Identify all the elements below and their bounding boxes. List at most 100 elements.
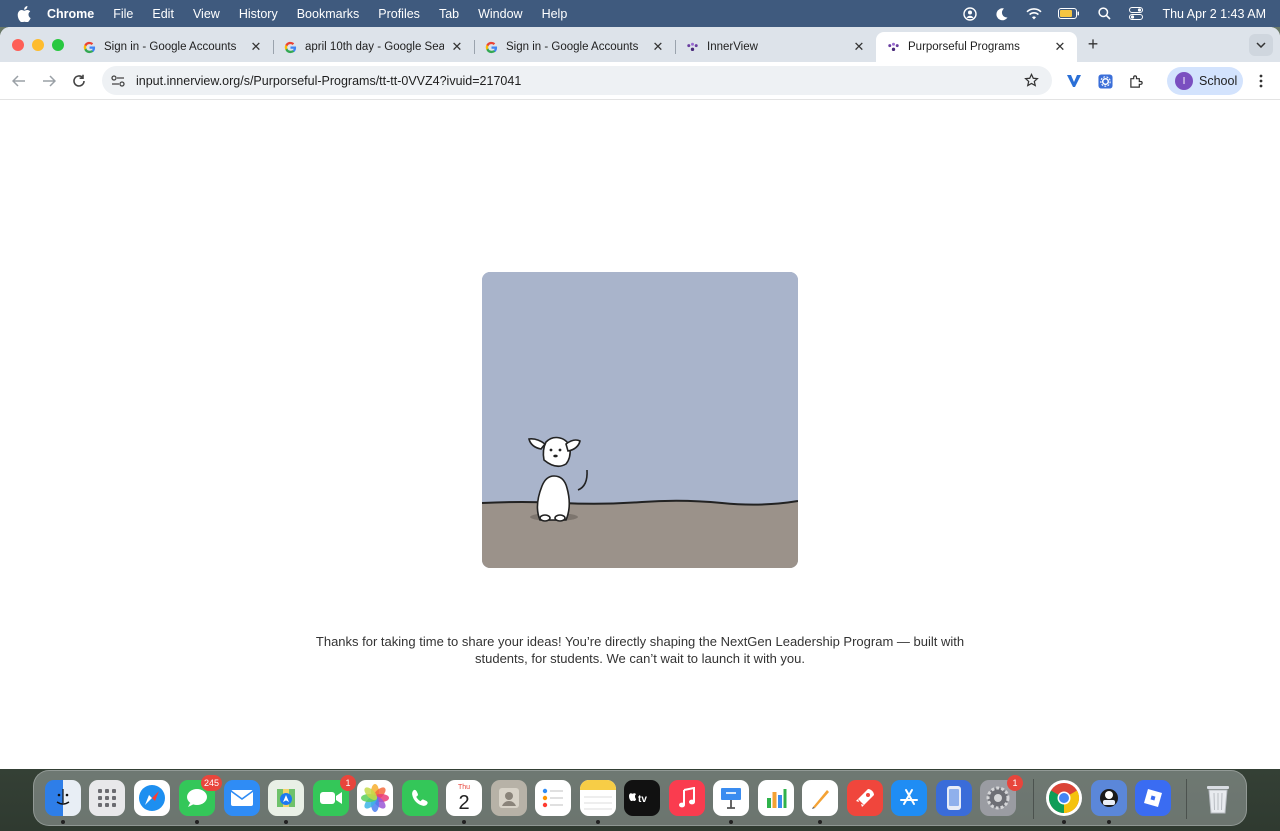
running-indicator bbox=[195, 820, 199, 824]
dock-divider bbox=[1186, 779, 1187, 819]
menubar-clock[interactable]: Thu Apr 2 1:43 AM bbox=[1162, 7, 1266, 21]
innerview-icon bbox=[685, 40, 699, 54]
chrome-icon[interactable] bbox=[1046, 780, 1082, 816]
menu-help[interactable]: Help bbox=[542, 7, 568, 21]
tab-sign-in-google-2[interactable]: Sign in - Google Accounts ✕ bbox=[474, 32, 675, 62]
spotlight-search-icon[interactable] bbox=[1096, 6, 1112, 22]
tab-title: Purporseful Programs bbox=[908, 41, 1020, 53]
calendar-date: 2 bbox=[458, 792, 470, 814]
innerview-icon bbox=[886, 40, 900, 54]
tab-title: Sign in - Google Accounts bbox=[506, 41, 639, 53]
extension-gear-icon[interactable] bbox=[1097, 73, 1113, 89]
photos-icon[interactable] bbox=[357, 780, 393, 816]
menu-edit[interactable]: Edit bbox=[152, 7, 174, 21]
keynote-icon[interactable] bbox=[713, 780, 749, 816]
contacts-icon[interactable] bbox=[491, 780, 527, 816]
roblox-icon[interactable] bbox=[1135, 780, 1171, 816]
browser-window: Sign in - Google Accounts ✕ april 10th d… bbox=[0, 27, 1280, 769]
tab-search-chevron-icon[interactable] bbox=[1249, 34, 1273, 56]
close-tab-icon[interactable]: ✕ bbox=[450, 39, 464, 54]
menu-view[interactable]: View bbox=[193, 7, 220, 21]
app-store-icon[interactable] bbox=[891, 780, 927, 816]
tab-google-search[interactable]: april 10th day - Google Searc ✕ bbox=[273, 32, 474, 62]
launchpad-icon[interactable] bbox=[89, 780, 125, 816]
more-menu-icon[interactable] bbox=[1253, 73, 1269, 89]
dog-scene-image bbox=[482, 272, 798, 568]
settings-badge: 1 bbox=[1007, 775, 1023, 791]
control-center-icon[interactable] bbox=[1128, 6, 1144, 22]
menu-app-chrome[interactable]: Chrome bbox=[47, 7, 94, 21]
address-bar[interactable]: input.innerview.org/s/Purporseful-Progra… bbox=[102, 66, 1052, 95]
menu-bookmarks[interactable]: Bookmarks bbox=[297, 7, 360, 21]
bookmark-star-icon[interactable] bbox=[1022, 72, 1040, 90]
thank-you-message: Thanks for taking time to share your ide… bbox=[315, 634, 965, 666]
calendar-icon[interactable]: Thu 2 bbox=[446, 780, 482, 816]
profile-button[interactable]: I School bbox=[1167, 67, 1243, 95]
apple-menu-icon[interactable] bbox=[17, 5, 33, 22]
google-icon bbox=[283, 40, 297, 54]
back-arrow-icon[interactable] bbox=[10, 72, 28, 90]
close-window-button[interactable] bbox=[12, 39, 24, 51]
reload-icon[interactable] bbox=[70, 72, 88, 90]
tab-purporseful-programs[interactable]: Purporseful Programs ✕ bbox=[876, 32, 1077, 62]
running-indicator bbox=[1107, 820, 1111, 824]
close-tab-icon[interactable]: ✕ bbox=[1053, 39, 1067, 54]
moon-icon[interactable] bbox=[994, 6, 1010, 22]
apple-tv-icon[interactable]: tv bbox=[624, 780, 660, 816]
menu-tab[interactable]: Tab bbox=[439, 7, 459, 21]
svg-text:tv: tv bbox=[638, 794, 647, 805]
url-text[interactable]: input.innerview.org/s/Purporseful-Progra… bbox=[136, 74, 1022, 88]
browser-toolbar: input.innerview.org/s/Purporseful-Progra… bbox=[0, 62, 1280, 100]
tab-sign-in-google-1[interactable]: Sign in - Google Accounts ✕ bbox=[72, 32, 273, 62]
running-indicator bbox=[284, 820, 288, 824]
extensions-puzzle-icon[interactable] bbox=[1128, 73, 1144, 89]
user-account-icon[interactable] bbox=[962, 6, 978, 22]
menu-history[interactable]: History bbox=[239, 7, 278, 21]
facetime-badge: 1 bbox=[340, 775, 356, 791]
mail-icon[interactable] bbox=[224, 780, 260, 816]
system-settings-icon[interactable]: 1 bbox=[980, 775, 1023, 816]
phone-icon[interactable] bbox=[402, 780, 438, 816]
pages-icon[interactable] bbox=[802, 780, 838, 816]
google-icon bbox=[484, 40, 498, 54]
music-icon[interactable] bbox=[669, 780, 705, 816]
rocket-app-icon[interactable] bbox=[847, 780, 883, 816]
ai-assistant-app-icon[interactable] bbox=[1091, 780, 1127, 816]
iphone-mirroring-icon[interactable] bbox=[936, 780, 972, 816]
reminders-icon[interactable] bbox=[535, 780, 571, 816]
maps-icon[interactable] bbox=[268, 780, 304, 816]
calendar-day: Thu bbox=[457, 784, 471, 791]
safari-icon[interactable] bbox=[134, 780, 170, 816]
battery-icon[interactable] bbox=[1058, 6, 1080, 22]
extension-v-icon[interactable] bbox=[1066, 73, 1082, 89]
site-info-icon[interactable] bbox=[110, 73, 126, 89]
dock: 245 1 Thu 2 tv 1 bbox=[33, 770, 1247, 826]
menu-window[interactable]: Window bbox=[478, 7, 522, 21]
wifi-icon[interactable] bbox=[1026, 6, 1043, 22]
close-tab-icon[interactable]: ✕ bbox=[852, 39, 866, 54]
tab-innerview[interactable]: InnerView ✕ bbox=[675, 32, 876, 62]
menu-file[interactable]: File bbox=[113, 7, 133, 21]
trash-icon[interactable] bbox=[1200, 780, 1236, 816]
running-indicator bbox=[61, 820, 65, 824]
profile-label: School bbox=[1199, 74, 1238, 88]
zoom-window-button[interactable] bbox=[52, 39, 64, 51]
minimize-window-button[interactable] bbox=[32, 39, 44, 51]
close-tab-icon[interactable]: ✕ bbox=[249, 39, 263, 54]
close-tab-icon[interactable]: ✕ bbox=[651, 39, 665, 54]
forward-arrow-icon[interactable] bbox=[40, 72, 58, 90]
running-indicator bbox=[596, 820, 600, 824]
dog-illustration bbox=[482, 272, 798, 568]
new-tab-button[interactable]: + bbox=[1084, 35, 1102, 53]
messages-icon[interactable]: 245 bbox=[179, 775, 222, 816]
notes-icon[interactable] bbox=[580, 780, 616, 816]
menu-profiles[interactable]: Profiles bbox=[378, 7, 420, 21]
running-indicator bbox=[462, 820, 466, 824]
facetime-icon[interactable]: 1 bbox=[313, 775, 356, 816]
google-icon bbox=[82, 40, 96, 54]
tab-title: InnerView bbox=[707, 41, 758, 53]
numbers-icon[interactable] bbox=[758, 780, 794, 816]
tabs: Sign in - Google Accounts ✕ april 10th d… bbox=[72, 32, 1077, 62]
tab-title: april 10th day - Google Searc bbox=[305, 41, 444, 53]
finder-icon[interactable] bbox=[45, 780, 81, 816]
